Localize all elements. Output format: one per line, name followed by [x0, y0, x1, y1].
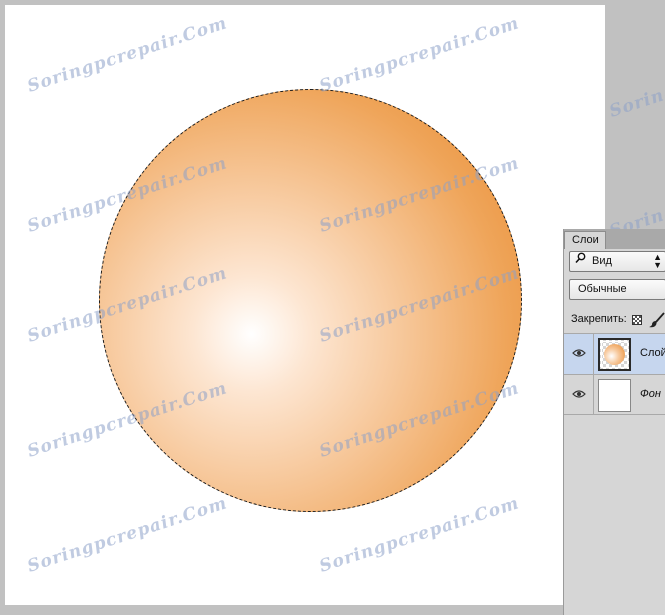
visibility-toggle[interactable]	[564, 334, 594, 374]
layer-filter-value: Вид	[592, 255, 612, 267]
watermark-text: Soringpcrepair.Com	[607, 38, 665, 122]
layer-row-sloy[interactable]: Слой	[564, 333, 665, 374]
layer-row-background[interactable]: Фон	[564, 374, 665, 415]
eye-icon	[572, 390, 586, 398]
document-canvas[interactable]: Soringpcrepair.Com Soringpcrepair.Com So…	[5, 5, 605, 605]
panel-tabbar: Слои	[564, 229, 665, 249]
watermark-text: Soringpcrepair.Com	[25, 13, 230, 97]
tab-layers[interactable]: Слои	[564, 231, 606, 249]
lock-row: Закрепить:	[571, 312, 665, 328]
watermark-text: Soringpcrepair.Com	[25, 493, 230, 577]
visibility-toggle[interactable]	[564, 375, 594, 414]
eye-icon	[572, 349, 586, 357]
lock-transparent-pixels-icon[interactable]	[632, 315, 642, 325]
stepper-arrows-icon: ▲ ▼	[653, 252, 662, 270]
blend-mode-select[interactable]: Обычные	[569, 279, 665, 300]
layers-panel: Слои Вид ▲ ▼ Обычные Закрепить: Слой Фон	[563, 229, 665, 615]
watermark-text: Soringpcrepair.Com	[317, 13, 522, 97]
search-icon	[575, 252, 586, 271]
lock-label: Закрепить:	[571, 313, 627, 325]
layer-name[interactable]: Слой	[640, 347, 665, 359]
layer-name[interactable]: Фон	[640, 388, 661, 400]
sphere-thumbnail-image	[604, 344, 625, 365]
layer-thumbnail	[598, 379, 631, 412]
layer-thumbnail	[598, 338, 631, 371]
gradient-sphere-selection[interactable]	[99, 89, 522, 512]
lock-image-pixels-brush-icon[interactable]	[649, 312, 665, 328]
layer-filter-select[interactable]: Вид ▲ ▼	[569, 251, 665, 272]
